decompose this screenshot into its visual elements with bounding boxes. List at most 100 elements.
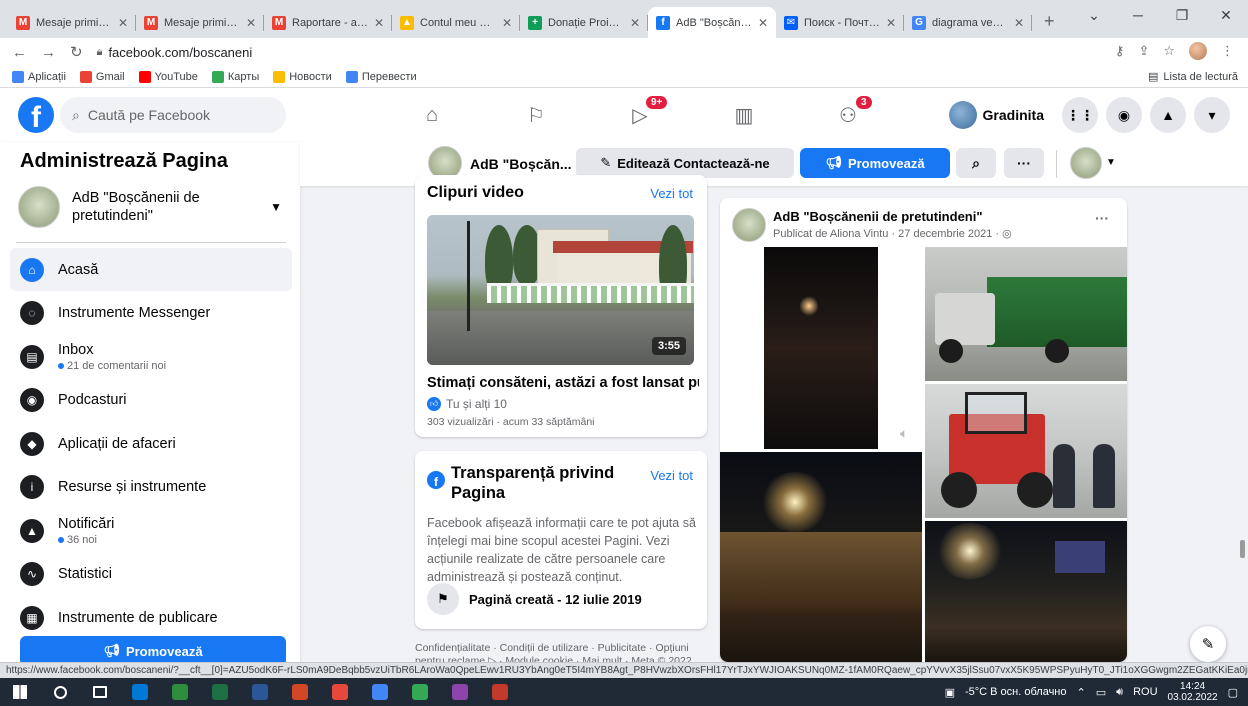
bookmark-item[interactable]: Aplicații	[12, 70, 66, 83]
task-view-button[interactable]	[80, 678, 120, 706]
back-icon[interactable]: ←	[12, 44, 27, 61]
close-tab-icon[interactable]: ✕	[758, 16, 768, 30]
tab-search-icon[interactable]: ⌄	[1072, 0, 1116, 30]
taskbar-app[interactable]	[160, 678, 200, 706]
sidebar-item[interactable]: ∿ Statistici	[10, 553, 292, 596]
post-photo[interactable]	[925, 384, 1127, 518]
tray-chevron-icon[interactable]: ⌃	[1077, 686, 1086, 699]
account-dropdown-icon[interactable]: ▾	[1194, 97, 1230, 133]
weather-icon[interactable]: ▣	[945, 686, 955, 699]
sidebar-item[interactable]: ▤ Inbox 21 de comentarii noi	[10, 335, 292, 378]
sidebar-item[interactable]: ▦ Instrumente de publicare	[10, 596, 292, 639]
post-author-avatar[interactable]	[732, 208, 766, 242]
sidebar-item[interactable]: ◌ Instrumente Messenger	[10, 292, 292, 335]
sidebar-item[interactable]: ▲ Notificări 36 noi	[10, 509, 292, 552]
video-thumbnail[interactable]: 3:55	[427, 215, 694, 365]
close-tab-icon[interactable]: ✕	[246, 16, 256, 30]
videos-see-all-link[interactable]: Vezi tot	[650, 186, 693, 201]
clock[interactable]: 14:24 03.02.2022	[1168, 681, 1218, 703]
forward-icon[interactable]: →	[41, 44, 56, 61]
new-tab-button[interactable]: +	[1032, 11, 1067, 38]
close-tab-icon[interactable]: ✕	[630, 16, 640, 30]
close-window-button[interactable]: ✕	[1204, 0, 1248, 30]
close-tab-icon[interactable]: ✕	[118, 16, 128, 30]
taskbar-app[interactable]	[320, 678, 360, 706]
minimize-button[interactable]: ─	[1116, 0, 1160, 30]
browser-tab[interactable]: M Mesaje primite (✕	[8, 7, 136, 38]
menu-grid-icon[interactable]: ⋮⋮	[1062, 97, 1098, 133]
key-icon[interactable]: ⚷	[1115, 43, 1125, 59]
toolbar-more-button[interactable]: ···	[1004, 148, 1044, 178]
bookmark-item[interactable]: YouTube	[138, 70, 198, 83]
volume-icon[interactable]: 🔊︎	[1116, 686, 1123, 699]
reload-icon[interactable]: ↻	[70, 43, 83, 61]
language-indicator[interactable]: ROU	[1133, 686, 1157, 698]
post-options-icon[interactable]: ···	[1095, 210, 1109, 226]
browser-profile-avatar[interactable]	[1189, 42, 1207, 60]
bookmark-item[interactable]: Новости	[273, 70, 332, 83]
sidebar-item[interactable]: ⌂ Acasă	[10, 248, 292, 291]
post-photo[interactable]	[925, 247, 1127, 381]
close-tab-icon[interactable]: ✕	[502, 16, 512, 30]
restore-button[interactable]: ❐	[1160, 0, 1204, 30]
nav-marketplace[interactable]: ▥	[692, 88, 796, 142]
taskbar-app[interactable]	[440, 678, 480, 706]
taskbar-app[interactable]	[480, 678, 520, 706]
browser-tab[interactable]: M Mesaje primite (✕	[136, 7, 264, 38]
network-icon[interactable]: ▭	[1096, 686, 1106, 699]
browser-tab[interactable]: Gdiagrama venn - ✕	[904, 7, 1032, 38]
sidebar-item[interactable]: i Resurse și instrumente	[10, 466, 292, 509]
taskbar-app[interactable]	[200, 678, 240, 706]
start-button[interactable]	[0, 678, 40, 706]
switch-profile-avatar[interactable]	[1070, 147, 1102, 179]
post-photo[interactable]	[925, 521, 1127, 662]
video-likes[interactable]: 👍︎ Tu și alți 10	[427, 397, 507, 411]
browser-tab[interactable]: f AdB "Boșcănenii ✕	[648, 7, 776, 38]
nav-home[interactable]: ⌂	[380, 88, 484, 142]
toolbar-promote-button[interactable]: 📢︎ Promovează	[800, 148, 950, 178]
search-button[interactable]	[40, 678, 80, 706]
close-tab-icon[interactable]: ✕	[1014, 16, 1024, 30]
messenger-icon[interactable]: ◉	[1106, 97, 1142, 133]
taskbar-app[interactable]	[400, 678, 440, 706]
new-message-button[interactable]: ✎	[1190, 626, 1226, 662]
browser-tab[interactable]: ▲ Contul meu Drive ✕	[392, 7, 520, 38]
transparency-see-all-link[interactable]: Vezi tot	[650, 468, 693, 483]
bookmark-item[interactable]: Перевести	[345, 70, 417, 83]
bookmark-star-icon[interactable]: ☆	[1163, 43, 1175, 59]
video-title[interactable]: Stimați consăteni, astăzi a fost lansat …	[427, 375, 699, 391]
nav-watch[interactable]: ▷ 9+	[588, 88, 692, 142]
speaker-icon[interactable]: 🔈︎	[900, 425, 908, 442]
caret-down-icon[interactable]: ▼	[1106, 157, 1116, 168]
nav-pages[interactable]: ⚐	[484, 88, 588, 142]
sidebar-item[interactable]: ◆ Aplicații de afaceri	[10, 422, 292, 465]
post-photo[interactable]: 🔈︎	[730, 247, 922, 449]
taskbar-app[interactable]	[240, 678, 280, 706]
taskbar-app[interactable]	[360, 678, 400, 706]
sidebar-item[interactable]: ◉ Podcasturi	[10, 379, 292, 422]
page-selector[interactable]: AdB "Boșcănenii de pretutindeni" ▼	[18, 186, 288, 228]
share-icon[interactable]: ⇪	[1138, 43, 1149, 59]
post-author[interactable]: AdB "Boșcănenii de pretutindeni"	[773, 209, 983, 224]
taskbar-app[interactable]	[120, 678, 160, 706]
facebook-search-input[interactable]: ⌕ Caută pe Facebook	[60, 97, 286, 133]
close-tab-icon[interactable]: ✕	[374, 16, 384, 30]
toolbar-search-button[interactable]: ⌕	[956, 148, 996, 178]
nav-groups[interactable]: ⚇ 3	[796, 88, 900, 142]
weather-text[interactable]: -5°C В осн. облачно	[965, 686, 1067, 698]
notifications-icon[interactable]: ▢	[1228, 686, 1238, 699]
browser-menu-icon[interactable]: ⋮	[1221, 43, 1234, 59]
browser-tab[interactable]: ✉ Поиск - Почта М ✕	[776, 7, 904, 38]
bookmark-item[interactable]: Gmail	[79, 70, 125, 83]
scrollbar-thumb[interactable]	[1240, 540, 1245, 558]
lock-icon[interactable]: 🔒︎	[97, 46, 103, 59]
close-tab-icon[interactable]: ✕	[886, 16, 896, 30]
browser-tab[interactable]: + Donație Proiectul ✕	[520, 7, 648, 38]
notifications-bell-icon[interactable]: ▲	[1150, 97, 1186, 133]
taskbar-app[interactable]	[280, 678, 320, 706]
browser-tab[interactable]: M Raportare - asoc ✕	[264, 7, 392, 38]
post-photo[interactable]	[720, 452, 922, 662]
url-field[interactable]: 🔒︎ facebook.com/boscaneni	[97, 45, 253, 60]
edit-contact-button[interactable]: ✎ Editează Contactează-ne	[576, 148, 794, 178]
facebook-logo-icon[interactable]: f	[18, 97, 54, 133]
